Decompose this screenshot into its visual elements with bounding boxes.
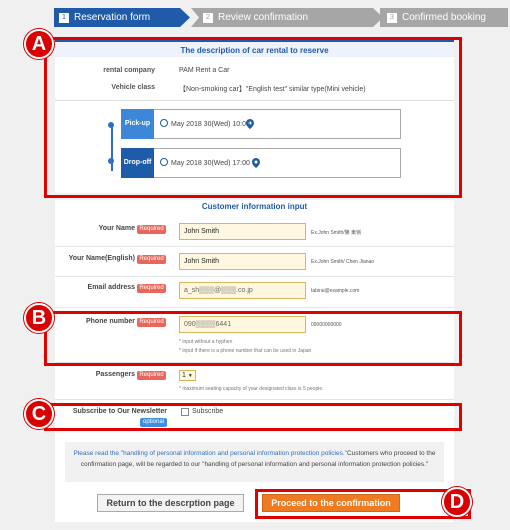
marker-d: D xyxy=(442,487,472,517)
divider xyxy=(55,246,454,247)
step-label: Confirmed booking xyxy=(402,12,486,23)
privacy-policy-notice: Please read the "handling of personal in… xyxy=(65,442,444,482)
marker-a: A xyxy=(24,29,54,59)
highlight-box-b xyxy=(44,311,462,366)
name-english-input[interactable]: John Smith xyxy=(179,253,306,270)
email-label: Email address xyxy=(87,284,135,291)
required-badge: Required xyxy=(137,225,166,234)
step-number: 3 xyxy=(387,13,397,23)
passengers-select[interactable]: 1 ▼ xyxy=(179,370,196,381)
step-review-confirmation: 2 Review confirmation xyxy=(191,8,383,27)
step-label: Reservation form xyxy=(74,12,151,23)
required-badge: Required xyxy=(137,255,166,264)
divider xyxy=(55,307,454,308)
progress-steps: 1 Reservation form 2 Review confirmation 3… xyxy=(54,8,508,27)
name-english-example: Ex.John Smith/ Chen Jianao xyxy=(311,259,375,265)
step-number: 1 xyxy=(59,13,69,23)
marker-b: B xyxy=(24,303,54,333)
passengers-label: Passengers xyxy=(95,371,135,378)
email-input[interactable]: a_sh▒▒▒@▒▒▒.co.jp xyxy=(179,282,306,299)
return-button[interactable]: Return to the descrption page xyxy=(97,494,244,512)
chevron-down-icon: ▼ xyxy=(187,373,193,379)
privacy-policy-link[interactable]: Please read the "handling of personal in… xyxy=(74,450,347,457)
name-example: Ex.John Smith/陳 東嶺 xyxy=(311,230,362,236)
step-confirmed-booking: 3 Confirmed booking xyxy=(380,8,508,27)
highlight-box-a xyxy=(44,37,462,198)
marker-c: C xyxy=(24,399,54,429)
step-label: Review confirmation xyxy=(218,12,309,23)
highlight-box-d xyxy=(255,489,471,519)
required-badge: Required xyxy=(137,284,166,293)
divider xyxy=(55,399,454,400)
email-example: tabirai@example.com xyxy=(311,288,360,294)
passengers-note: * maximum seating capacity of your desig… xyxy=(179,386,324,392)
passengers-value: 1 xyxy=(182,372,186,379)
highlight-box-c xyxy=(44,403,462,431)
required-badge: Required xyxy=(137,371,166,380)
name-label: Your Name xyxy=(98,225,135,232)
step-reservation-form: 1 Reservation form xyxy=(54,8,190,27)
customer-panel-title: Customer information input xyxy=(201,202,308,211)
step-number: 2 xyxy=(203,13,213,23)
name-input[interactable]: John Smith xyxy=(179,223,306,240)
name-english-label: Your Name(English) xyxy=(68,255,135,262)
divider xyxy=(55,276,454,277)
